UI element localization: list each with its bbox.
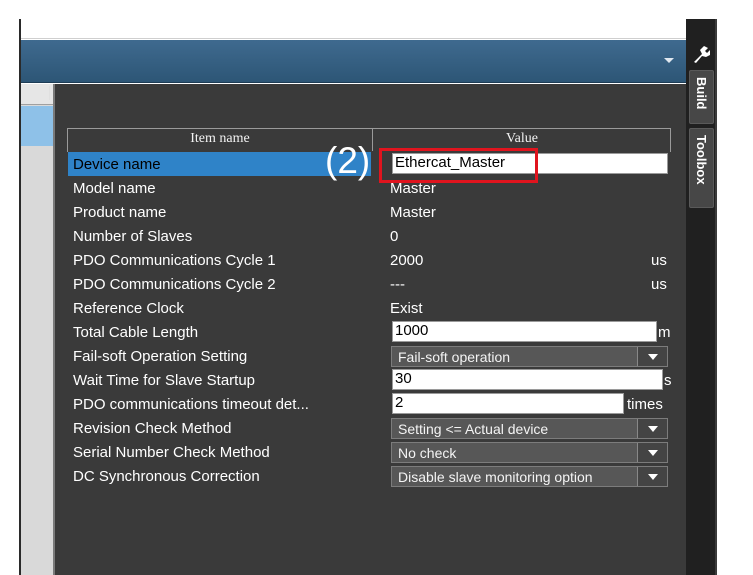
- row-name: Total Cable Length: [73, 324, 199, 341]
- tab-build-label: Build: [694, 77, 709, 110]
- row-name: Serial Number Check Method: [73, 444, 270, 461]
- row-unit: us: [651, 252, 667, 269]
- chevron-down-icon[interactable]: [637, 347, 667, 366]
- dc-sync-select[interactable]: Disable slave monitoring option: [391, 466, 668, 487]
- tab-toolbox-label: Toolbox: [694, 135, 709, 185]
- property-row-pdo-cycle-2: PDO Communications Cycle 2 --- us: [67, 272, 671, 296]
- property-row-pdo-timeout[interactable]: PDO communications timeout det... 2 time…: [67, 392, 671, 416]
- row-value: ---: [390, 276, 405, 293]
- column-header-value: Value: [506, 131, 538, 146]
- row-name: DC Synchronous Correction: [73, 468, 260, 485]
- chevron-down-icon[interactable]: [637, 467, 667, 486]
- select-value: Disable slave monitoring option: [398, 469, 593, 485]
- pdo-timeout-input[interactable]: 2: [392, 393, 624, 414]
- select-value: Fail-soft operation: [398, 349, 511, 365]
- row-unit: m: [658, 324, 671, 341]
- row-name: Fail-soft Operation Setting: [73, 348, 248, 365]
- row-name: Model name: [73, 180, 156, 197]
- tab-build[interactable]: Build: [689, 70, 714, 124]
- row-value: Exist: [390, 300, 423, 317]
- row-name: Number of Slaves: [73, 228, 193, 245]
- row-unit: times: [627, 396, 663, 413]
- row-value: Master: [390, 204, 436, 221]
- property-row-wait-time[interactable]: Wait Time for Slave Startup 30 s: [67, 368, 672, 392]
- property-row-number-of-slaves: Number of Slaves 0: [67, 224, 671, 248]
- wait-time-input[interactable]: 30: [392, 369, 663, 390]
- side-border: [715, 19, 717, 575]
- row-name: Revision Check Method: [73, 420, 232, 437]
- column-divider: [49, 86, 50, 100]
- left-panel-selected-item[interactable]: [21, 106, 55, 146]
- row-unit: s: [664, 372, 672, 389]
- annotation-label: (2): [325, 140, 371, 181]
- row-name: Product name: [73, 204, 167, 221]
- property-row-product-name: Product name Master: [67, 200, 671, 224]
- row-name: Reference Clock: [73, 300, 184, 317]
- window-top-border: [19, 19, 686, 39]
- editor-tab-bar: [21, 40, 686, 83]
- property-row-fail-soft[interactable]: Fail-soft Operation Setting Fail-soft op…: [67, 344, 671, 368]
- left-tree-panel: [21, 84, 55, 575]
- row-name: PDO Communications Cycle 2: [73, 276, 276, 293]
- row-name: PDO communications timeout det...: [73, 396, 309, 413]
- property-row-total-cable-length[interactable]: Total Cable Length 1000 m: [67, 320, 671, 344]
- wrench-icon[interactable]: [690, 44, 712, 66]
- annotation-highlight-box: [379, 148, 538, 183]
- chevron-down-icon[interactable]: [637, 419, 667, 438]
- property-row-pdo-cycle-1: PDO Communications Cycle 1 2000 us: [67, 248, 671, 272]
- property-row-dc-sync[interactable]: DC Synchronous Correction Disable slave …: [67, 464, 671, 488]
- row-value: 2000: [390, 252, 424, 269]
- row-name: Device name: [73, 156, 161, 173]
- property-row-revision-check[interactable]: Revision Check Method Setting <= Actual …: [67, 416, 671, 440]
- row-unit: us: [651, 276, 667, 293]
- tab-dropdown-icon[interactable]: [664, 58, 674, 63]
- revision-check-select[interactable]: Setting <= Actual device: [391, 418, 668, 439]
- select-value: Setting <= Actual device: [398, 421, 549, 437]
- row-value: 0: [390, 228, 399, 245]
- tab-toolbox[interactable]: Toolbox: [689, 128, 714, 208]
- row-name: Wait Time for Slave Startup: [73, 372, 256, 389]
- chevron-down-icon[interactable]: [637, 443, 667, 462]
- property-row-reference-clock: Reference Clock Exist: [67, 296, 671, 320]
- row-name: PDO Communications Cycle 1: [73, 252, 276, 269]
- fail-soft-select[interactable]: Fail-soft operation: [391, 346, 668, 367]
- property-row-serial-check[interactable]: Serial Number Check Method No check: [67, 440, 671, 464]
- serial-check-select[interactable]: No check: [391, 442, 668, 463]
- select-value: No check: [398, 445, 457, 461]
- total-cable-length-input[interactable]: 1000: [392, 321, 657, 342]
